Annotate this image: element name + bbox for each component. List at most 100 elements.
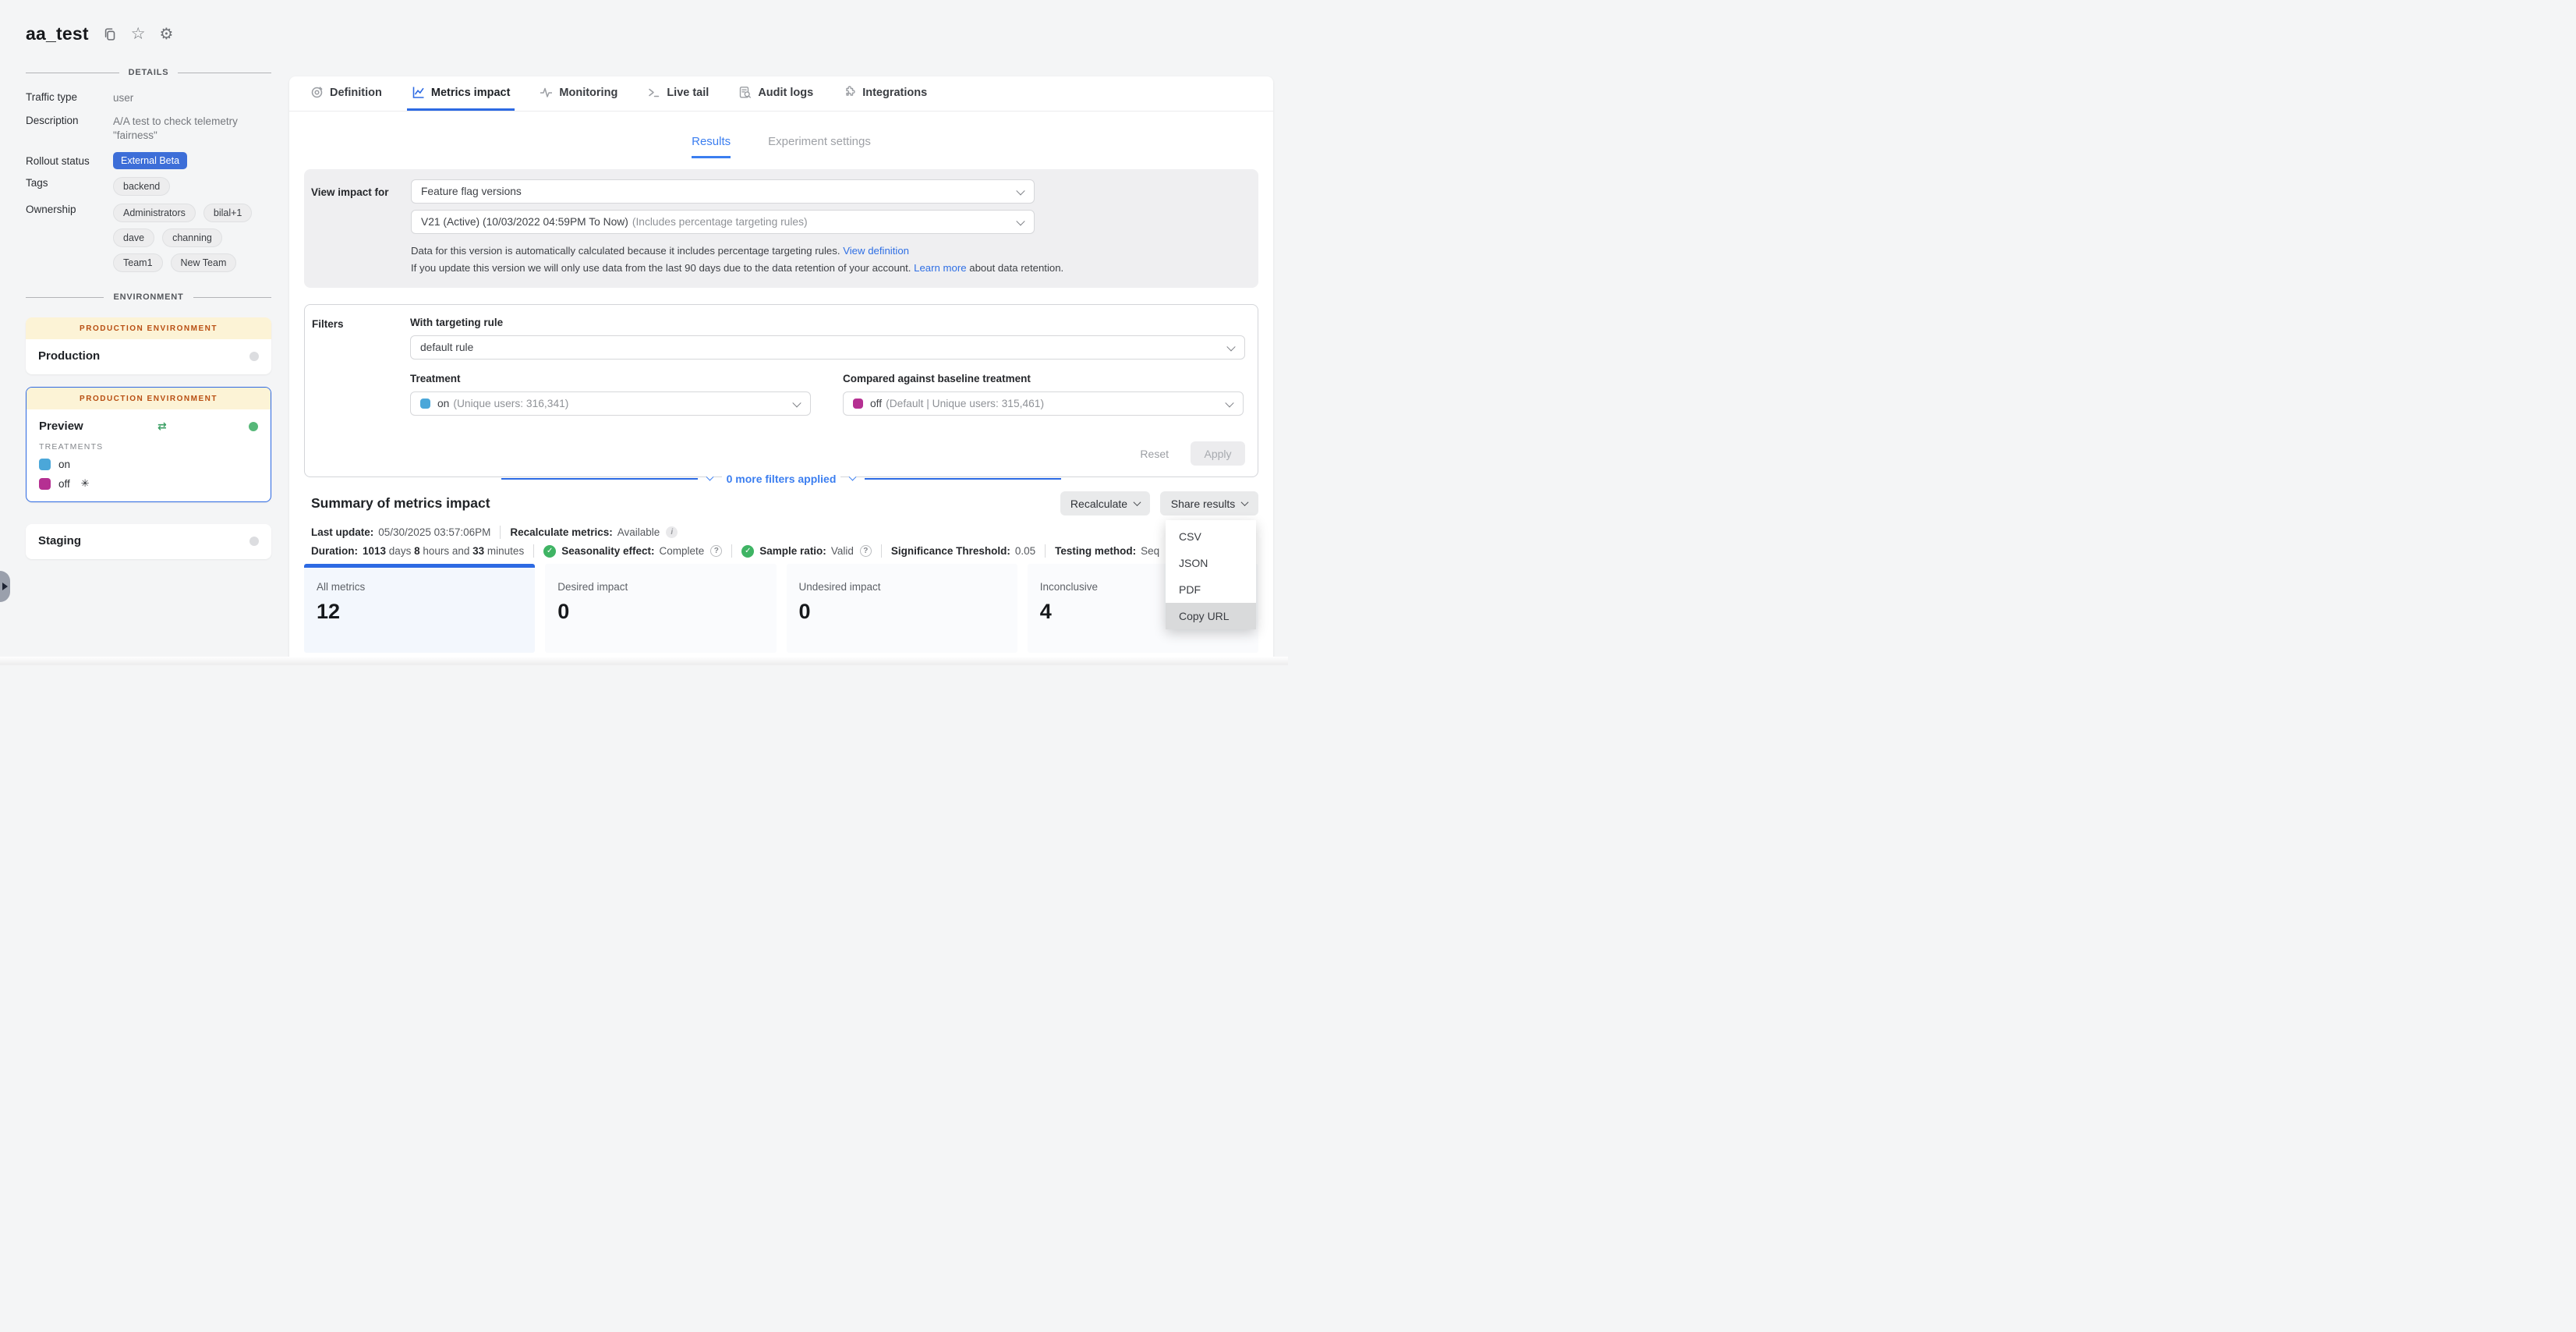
info-icon[interactable]: i: [666, 526, 678, 538]
tab-monitoring[interactable]: Monitoring: [535, 76, 622, 111]
version-dropdown[interactable]: V21 (Active) (10/03/2022 04:59PM To Now)…: [411, 210, 1035, 234]
env-card-preview[interactable]: PRODUCTION ENVIRONMENT Preview ⇄ TREATME…: [26, 387, 271, 502]
apply-button[interactable]: Apply: [1191, 441, 1245, 466]
check-icon: ✓: [543, 545, 556, 558]
tab-audit-logs[interactable]: Audit logs: [734, 76, 818, 111]
settings-gear-icon[interactable]: ⚙: [160, 27, 174, 42]
app-root: aa_test ☆ ⚙ DETAILS Traffic type user De…: [0, 0, 1288, 666]
impact-source-dropdown[interactable]: Feature flag versions: [411, 179, 1035, 204]
treatment-on-swatch: [420, 399, 430, 409]
question-icon[interactable]: ?: [710, 545, 722, 557]
summary-status-row-1: Last update: 05/30/2025 03:57:06PM Recal…: [311, 526, 1258, 539]
share-results-button[interactable]: Share results: [1160, 491, 1258, 515]
ownership-label: Ownership: [26, 204, 113, 272]
targeting-rule-label: With targeting rule: [410, 317, 1245, 328]
traffic-type-value: user: [113, 91, 271, 105]
baseline-dropdown[interactable]: off (Default | Unique users: 315,461): [843, 391, 1244, 416]
subtab-experiment-settings[interactable]: Experiment settings: [768, 135, 871, 158]
recalc-metrics-label: Recalculate metrics:: [510, 526, 612, 538]
treatment-value: on: [437, 398, 449, 409]
treatment-dropdown[interactable]: on (Unique users: 316,341): [410, 391, 811, 416]
reset-button[interactable]: Reset: [1140, 448, 1169, 460]
learn-more-link[interactable]: Learn more: [914, 262, 966, 274]
tab-metrics-impact[interactable]: Metrics impact: [407, 76, 515, 111]
metric-card-label: All metrics: [317, 581, 522, 593]
expand-arrow-icon: [2, 583, 8, 590]
divider: [881, 544, 882, 558]
pulse-icon: [540, 86, 553, 99]
owner-pill[interactable]: Team1: [113, 253, 163, 272]
duration-label: Duration:: [311, 545, 358, 557]
traffic-type-row: Traffic type user: [26, 91, 271, 105]
share-menu-item-json[interactable]: JSON: [1166, 550, 1256, 576]
filters-label: Filters: [312, 317, 410, 416]
env-status-dot-active: [249, 422, 258, 431]
chevron-down-icon: [792, 399, 801, 407]
version-note: (Includes percentage targeting rules): [632, 216, 808, 228]
tags-label: Tags: [26, 177, 113, 196]
tab-live-tail[interactable]: Live tail: [642, 76, 713, 111]
env-card-production[interactable]: PRODUCTION ENVIRONMENT Production: [26, 317, 271, 374]
metric-card-label: Undesired impact: [799, 581, 1005, 593]
metric-card-undesired-impact[interactable]: Undesired impact 0: [787, 564, 1017, 653]
env-card-staging[interactable]: Staging: [26, 524, 271, 559]
share-menu-item-pdf[interactable]: PDF: [1166, 576, 1256, 603]
version-notes: Data for this version is automatically c…: [411, 243, 1246, 277]
owner-pill[interactable]: channing: [162, 228, 222, 247]
share-menu-item-copy-url[interactable]: Copy URL: [1166, 603, 1256, 629]
metric-card-value: 0: [799, 600, 1005, 624]
rollout-status-badge[interactable]: External Beta: [113, 152, 187, 169]
owner-pill[interactable]: Administrators: [113, 204, 196, 222]
details-panel: Traffic type user Description A/A test t…: [26, 91, 271, 272]
treatment-row-on: on: [39, 459, 258, 470]
tab-label: Live tail: [667, 87, 709, 99]
recalc-metrics-value: Available: [617, 526, 660, 538]
sample-ratio-value: Valid: [831, 545, 854, 557]
recalculate-button[interactable]: Recalculate: [1060, 491, 1150, 515]
tab-label: Audit logs: [758, 87, 813, 99]
tag-pill[interactable]: backend: [113, 177, 170, 196]
copy-icon[interactable]: [103, 27, 117, 41]
version-note-2-tail: about data retention.: [969, 262, 1063, 274]
line-chart-icon: [412, 86, 425, 99]
flag-header: aa_test ☆ ⚙: [26, 23, 271, 44]
baseline-detail: (Default | Unique users: 315,461): [886, 398, 1044, 409]
chevron-down-icon: [1016, 186, 1024, 195]
last-update-label: Last update:: [311, 526, 373, 538]
treatment-row-off: off ✳: [39, 477, 258, 490]
targeting-rule-dropdown[interactable]: default rule: [410, 335, 1245, 360]
favorite-star-icon[interactable]: ☆: [131, 26, 146, 42]
details-section-divider: DETAILS: [26, 68, 271, 77]
owner-pill[interactable]: bilal+1: [203, 204, 253, 222]
tab-label: Integrations: [862, 87, 927, 99]
terminal-icon: [647, 86, 660, 99]
details-section-label: DETAILS: [129, 68, 169, 77]
share-results-label: Share results: [1171, 498, 1235, 510]
divider-line: [865, 478, 1061, 480]
baseline-value: off: [870, 398, 882, 409]
share-menu-item-csv[interactable]: CSV: [1166, 523, 1256, 550]
seasonality-value: Complete: [660, 545, 705, 557]
bottom-scroll-strip[interactable]: [0, 657, 1288, 666]
question-icon[interactable]: ?: [860, 545, 872, 557]
metric-card-all-metrics[interactable]: All metrics 12: [304, 564, 535, 653]
impact-source-value: Feature flag versions: [421, 186, 522, 197]
treatment-off-name: off: [58, 478, 70, 490]
view-impact-label: View impact for: [311, 179, 411, 288]
tab-integrations[interactable]: Integrations: [838, 76, 932, 111]
view-definition-link[interactable]: View definition: [843, 245, 909, 257]
version-note-1: Data for this version is automatically c…: [411, 245, 840, 257]
divider-line: [501, 478, 698, 480]
tab-definition[interactable]: Definition: [306, 76, 387, 111]
audit-log-icon: [738, 86, 752, 99]
chevron-down-icon: [706, 473, 713, 480]
metric-card-value: 12: [317, 600, 522, 624]
owner-pill[interactable]: dave: [113, 228, 154, 247]
owner-pill[interactable]: New Team: [171, 253, 237, 272]
more-filters-label[interactable]: 0 more filters applied: [722, 473, 841, 485]
metric-card-desired-impact[interactable]: Desired impact 0: [545, 564, 776, 653]
env-name-staging: Staging: [38, 534, 81, 547]
subtab-results[interactable]: Results: [692, 135, 731, 158]
version-value: V21 (Active) (10/03/2022 04:59PM To Now): [421, 216, 628, 228]
treatments-label: TREATMENTS: [39, 442, 258, 452]
